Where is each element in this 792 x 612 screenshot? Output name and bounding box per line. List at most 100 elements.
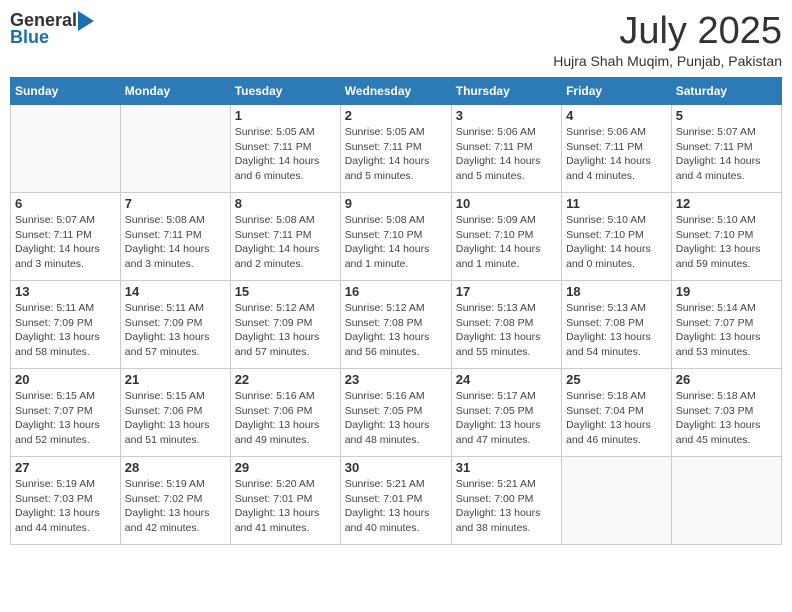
table-row: 26 Sunrise: 5:18 AM Sunset: 7:03 PM Dayli… bbox=[671, 369, 781, 457]
day-detail: Sunrise: 5:11 AM Sunset: 7:09 PM Dayligh… bbox=[125, 301, 226, 360]
table-row: 28 Sunrise: 5:19 AM Sunset: 7:02 PM Dayli… bbox=[120, 457, 230, 545]
day-number: 25 bbox=[566, 372, 667, 387]
day-detail: Sunrise: 5:07 AM Sunset: 7:11 PM Dayligh… bbox=[676, 125, 777, 184]
day-number: 30 bbox=[345, 460, 447, 475]
table-row: 29Sunrise: 5:20 AM Sunset: 7:01 PM Dayli… bbox=[230, 457, 340, 545]
day-detail: Sunrise: 5:05 AM Sunset: 7:11 PM Dayligh… bbox=[345, 125, 447, 184]
day-number: 14 bbox=[125, 284, 226, 299]
table-row: 27 Sunrise: 5:19 AM Sunset: 7:03 PM Dayli… bbox=[11, 457, 121, 545]
table-row: 6Sunrise: 5:07 AM Sunset: 7:11 PM Daylig… bbox=[11, 193, 121, 281]
day-detail: Sunrise: 5:10 AM Sunset: 7:10 PM Dayligh… bbox=[566, 213, 667, 272]
day-number: 28 bbox=[125, 460, 226, 475]
table-row bbox=[11, 105, 121, 193]
logo-blue-text: Blue bbox=[10, 27, 49, 48]
day-number: 3 bbox=[456, 108, 557, 123]
table-row: 23Sunrise: 5:16 AM Sunset: 7:05 PM Dayli… bbox=[340, 369, 451, 457]
title-area: July 2025 Hujra Shah Muqim, Punjab, Paki… bbox=[553, 10, 782, 69]
table-row: 10 Sunrise: 5:09 AM Sunset: 7:10 PM Dayli… bbox=[451, 193, 561, 281]
day-detail: Sunrise: 5:08 AM Sunset: 7:11 PM Dayligh… bbox=[125, 213, 226, 272]
table-row: 3 Sunrise: 5:06 AM Sunset: 7:11 PM Daylig… bbox=[451, 105, 561, 193]
day-detail: Sunrise: 5:18 AM Sunset: 7:04 PM Dayligh… bbox=[566, 389, 667, 448]
day-detail: Sunrise: 5:13 AM Sunset: 7:08 PM Dayligh… bbox=[456, 301, 557, 360]
header-thursday: Thursday bbox=[451, 78, 561, 105]
header-friday: Friday bbox=[562, 78, 672, 105]
day-number: 23 bbox=[345, 372, 447, 387]
day-number: 22 bbox=[235, 372, 336, 387]
day-detail: Sunrise: 5:17 AM Sunset: 7:05 PM Dayligh… bbox=[456, 389, 557, 448]
table-row bbox=[671, 457, 781, 545]
day-detail: Sunrise: 5:06 AM Sunset: 7:11 PM Dayligh… bbox=[456, 125, 557, 184]
day-number: 8 bbox=[235, 196, 336, 211]
table-row: 14 Sunrise: 5:11 AM Sunset: 7:09 PM Dayli… bbox=[120, 281, 230, 369]
table-row: 15 Sunrise: 5:12 AM Sunset: 7:09 PM Dayli… bbox=[230, 281, 340, 369]
day-number: 9 bbox=[345, 196, 447, 211]
day-number: 16 bbox=[345, 284, 447, 299]
day-detail: Sunrise: 5:11 AM Sunset: 7:09 PM Dayligh… bbox=[15, 301, 116, 360]
day-detail: Sunrise: 5:16 AM Sunset: 7:06 PM Dayligh… bbox=[235, 389, 336, 448]
table-row: 2 Sunrise: 5:05 AM Sunset: 7:11 PM Daylig… bbox=[340, 105, 451, 193]
day-number: 19 bbox=[676, 284, 777, 299]
day-detail: Sunrise: 5:20 AM Sunset: 7:01 PM Dayligh… bbox=[235, 477, 336, 536]
location: Hujra Shah Muqim, Punjab, Pakistan bbox=[553, 53, 782, 69]
day-detail: Sunrise: 5:19 AM Sunset: 7:03 PM Dayligh… bbox=[15, 477, 116, 536]
calendar-week-row: 13 Sunrise: 5:11 AM Sunset: 7:09 PM Dayli… bbox=[11, 281, 782, 369]
table-row: 11 Sunrise: 5:10 AM Sunset: 7:10 PM Dayli… bbox=[562, 193, 672, 281]
header-monday: Monday bbox=[120, 78, 230, 105]
day-number: 1 bbox=[235, 108, 336, 123]
table-row: 8Sunrise: 5:08 AM Sunset: 7:11 PM Daylig… bbox=[230, 193, 340, 281]
table-row: 24 Sunrise: 5:17 AM Sunset: 7:05 PM Dayli… bbox=[451, 369, 561, 457]
day-detail: Sunrise: 5:12 AM Sunset: 7:08 PM Dayligh… bbox=[345, 301, 447, 360]
day-number: 27 bbox=[15, 460, 116, 475]
table-row: 31 Sunrise: 5:21 AM Sunset: 7:00 PM Dayli… bbox=[451, 457, 561, 545]
header-sunday: Sunday bbox=[11, 78, 121, 105]
table-row: 9 Sunrise: 5:08 AM Sunset: 7:10 PM Daylig… bbox=[340, 193, 451, 281]
day-detail: Sunrise: 5:21 AM Sunset: 7:00 PM Dayligh… bbox=[456, 477, 557, 536]
header-saturday: Saturday bbox=[671, 78, 781, 105]
month-title: July 2025 bbox=[553, 10, 782, 53]
day-detail: Sunrise: 5:06 AM Sunset: 7:11 PM Dayligh… bbox=[566, 125, 667, 184]
table-row bbox=[562, 457, 672, 545]
day-number: 12 bbox=[676, 196, 777, 211]
day-detail: Sunrise: 5:15 AM Sunset: 7:06 PM Dayligh… bbox=[125, 389, 226, 448]
day-detail: Sunrise: 5:10 AM Sunset: 7:10 PM Dayligh… bbox=[676, 213, 777, 272]
table-row: 17Sunrise: 5:13 AM Sunset: 7:08 PM Dayli… bbox=[451, 281, 561, 369]
day-detail: Sunrise: 5:09 AM Sunset: 7:10 PM Dayligh… bbox=[456, 213, 557, 272]
day-number: 26 bbox=[676, 372, 777, 387]
table-row bbox=[120, 105, 230, 193]
page-header: General Blue July 2025 Hujra Shah Muqim,… bbox=[10, 10, 782, 69]
header-wednesday: Wednesday bbox=[340, 78, 451, 105]
day-detail: Sunrise: 5:19 AM Sunset: 7:02 PM Dayligh… bbox=[125, 477, 226, 536]
calendar-week-row: 6Sunrise: 5:07 AM Sunset: 7:11 PM Daylig… bbox=[11, 193, 782, 281]
day-detail: Sunrise: 5:12 AM Sunset: 7:09 PM Dayligh… bbox=[235, 301, 336, 360]
day-detail: Sunrise: 5:08 AM Sunset: 7:10 PM Dayligh… bbox=[345, 213, 447, 272]
calendar-week-row: 20Sunrise: 5:15 AM Sunset: 7:07 PM Dayli… bbox=[11, 369, 782, 457]
day-number: 24 bbox=[456, 372, 557, 387]
table-row: 13 Sunrise: 5:11 AM Sunset: 7:09 PM Dayli… bbox=[11, 281, 121, 369]
day-detail: Sunrise: 5:05 AM Sunset: 7:11 PM Dayligh… bbox=[235, 125, 336, 184]
day-number: 2 bbox=[345, 108, 447, 123]
day-number: 11 bbox=[566, 196, 667, 211]
table-row: 25 Sunrise: 5:18 AM Sunset: 7:04 PM Dayli… bbox=[562, 369, 672, 457]
day-number: 20 bbox=[15, 372, 116, 387]
day-number: 10 bbox=[456, 196, 557, 211]
day-number: 31 bbox=[456, 460, 557, 475]
day-number: 13 bbox=[15, 284, 116, 299]
calendar-week-row: 27 Sunrise: 5:19 AM Sunset: 7:03 PM Dayli… bbox=[11, 457, 782, 545]
table-row: 19Sunrise: 5:14 AM Sunset: 7:07 PM Dayli… bbox=[671, 281, 781, 369]
day-number: 21 bbox=[125, 372, 226, 387]
table-row: 18Sunrise: 5:13 AM Sunset: 7:08 PM Dayli… bbox=[562, 281, 672, 369]
logo-icon bbox=[78, 11, 94, 31]
table-row: 12 Sunrise: 5:10 AM Sunset: 7:10 PM Dayli… bbox=[671, 193, 781, 281]
calendar-table: Sunday Monday Tuesday Wednesday Thursday… bbox=[10, 77, 782, 545]
table-row: 1 Sunrise: 5:05 AM Sunset: 7:11 PM Daylig… bbox=[230, 105, 340, 193]
day-number: 15 bbox=[235, 284, 336, 299]
table-row: 5 Sunrise: 5:07 AM Sunset: 7:11 PM Daylig… bbox=[671, 105, 781, 193]
day-detail: Sunrise: 5:13 AM Sunset: 7:08 PM Dayligh… bbox=[566, 301, 667, 360]
calendar-header-row: Sunday Monday Tuesday Wednesday Thursday… bbox=[11, 78, 782, 105]
table-row: 21 Sunrise: 5:15 AM Sunset: 7:06 PM Dayli… bbox=[120, 369, 230, 457]
day-number: 4 bbox=[566, 108, 667, 123]
day-detail: Sunrise: 5:18 AM Sunset: 7:03 PM Dayligh… bbox=[676, 389, 777, 448]
day-number: 7 bbox=[125, 196, 226, 211]
table-row: 16 Sunrise: 5:12 AM Sunset: 7:08 PM Dayli… bbox=[340, 281, 451, 369]
day-number: 5 bbox=[676, 108, 777, 123]
